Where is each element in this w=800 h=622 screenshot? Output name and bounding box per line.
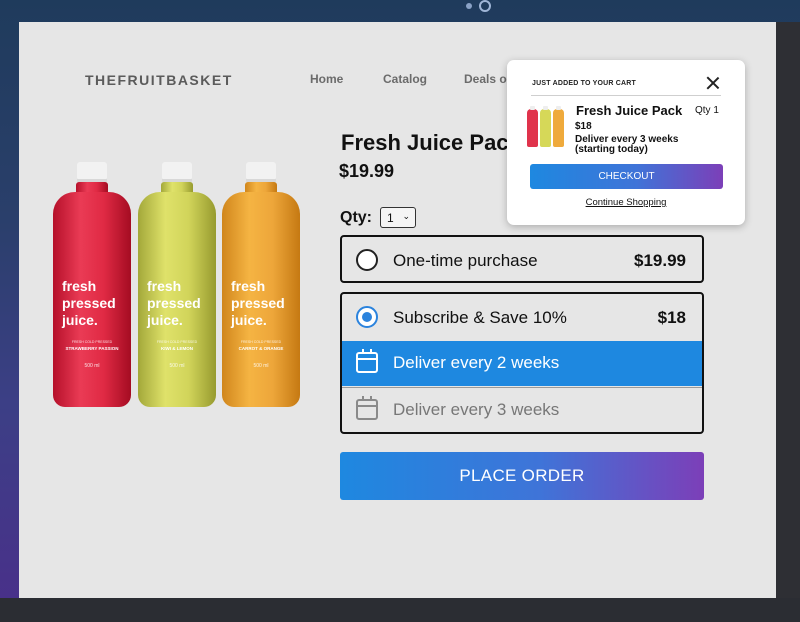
product-price: $19.99 bbox=[339, 161, 395, 181]
one-time-label: One-time purchase bbox=[393, 251, 538, 270]
bottle-carrot: fresh pressed juice. FRESH COLD PRESSED CA… bbox=[221, 162, 301, 407]
bottle-tagline: FRESH COLD PRESSED bbox=[240, 340, 282, 344]
subscribe-price: $18 bbox=[657, 308, 686, 327]
continue-shopping-link[interactable]: Continue Shopping bbox=[507, 197, 745, 208]
subscribe-label: Subscribe & Save 10% bbox=[393, 308, 567, 327]
bottle-cap bbox=[77, 162, 107, 182]
bottle-strawberry: fresh pressed juice. FRESH COLD PRESSED ST… bbox=[52, 162, 132, 407]
bottle-cap bbox=[246, 162, 276, 182]
radio-subscribe[interactable] bbox=[356, 306, 378, 328]
bottle-flavor: CARROT & ORANGE bbox=[238, 346, 284, 351]
calendar-icon bbox=[356, 396, 378, 420]
bottle-flavor: KIWI & LEMON bbox=[161, 346, 193, 351]
product-title: Fresh Juice Pack bbox=[341, 130, 521, 155]
bottle-kiwi: fresh pressed juice. FRESH COLD PRESSED KI… bbox=[137, 162, 217, 407]
chevron-down-icon: ⌄ bbox=[402, 211, 410, 221]
one-time-purchase-option[interactable]: One-time purchase $19.99 bbox=[340, 235, 704, 283]
bottle-flavor: STRAWBERRY PASSION bbox=[65, 346, 119, 351]
nav-home[interactable]: Home bbox=[310, 72, 343, 86]
frequency-3-weeks[interactable]: Deliver every 3 weeks bbox=[342, 387, 702, 432]
cart-item-price: $18 bbox=[575, 121, 592, 132]
window-indicator bbox=[466, 0, 506, 14]
cart-popup-title: JUST ADDED TO YOUR CART bbox=[532, 80, 637, 87]
nav-deals[interactable]: Deals o bbox=[464, 72, 507, 86]
nav-catalog[interactable]: Catalog bbox=[383, 72, 427, 86]
radio-one-time[interactable] bbox=[356, 249, 378, 271]
bottle-volume: 500 ml bbox=[84, 363, 100, 369]
cart-item-qty: Qty 1 bbox=[695, 105, 719, 116]
bottle-label: fresh pressed juice. bbox=[62, 278, 116, 328]
product-image: fresh pressed juice. FRESH COLD PRESSED ST… bbox=[49, 162, 304, 412]
bottle-volume: 500 ml bbox=[169, 363, 185, 369]
cart-popup: JUST ADDED TO YOUR CART Fresh Juice Pack… bbox=[507, 60, 745, 225]
subscribe-option: Subscribe & Save 10% $18 Deliver every 2… bbox=[340, 292, 704, 434]
frequency-label: Deliver every 2 weeks bbox=[393, 353, 560, 372]
checkout-button[interactable]: CHECKOUT bbox=[530, 164, 723, 189]
frequency-label: Deliver every 3 weeks bbox=[393, 400, 560, 419]
frequency-2-weeks[interactable]: Deliver every 2 weeks bbox=[342, 341, 702, 386]
qty-value: 1 bbox=[387, 211, 394, 225]
place-order-button[interactable]: PLACE ORDER bbox=[340, 452, 704, 500]
site-logo[interactable]: THEFRUITBASKET bbox=[85, 72, 233, 88]
calendar-icon bbox=[356, 349, 378, 373]
bottle-tagline: FRESH COLD PRESSED bbox=[156, 340, 198, 344]
bottle-cap bbox=[162, 162, 192, 182]
bottle-tagline: FRESH COLD PRESSED bbox=[71, 340, 113, 344]
bottle-label: fresh pressed juice. bbox=[147, 278, 201, 328]
subscribe-header[interactable]: Subscribe & Save 10% $18 bbox=[342, 294, 702, 342]
cart-item-delivery: Deliver every 3 weeks (starting today) bbox=[575, 134, 679, 155]
divider bbox=[531, 95, 721, 96]
cart-item-name: Fresh Juice Pack bbox=[576, 103, 683, 118]
bottle-label: fresh pressed juice. bbox=[231, 278, 285, 328]
window-edge bbox=[776, 22, 800, 598]
window-footer bbox=[0, 598, 800, 622]
close-icon[interactable] bbox=[706, 76, 720, 90]
indicator-ring bbox=[479, 0, 491, 12]
bottle-volume: 500 ml bbox=[253, 363, 269, 369]
cart-item-thumbnail bbox=[526, 106, 566, 147]
one-time-price: $19.99 bbox=[634, 251, 686, 270]
qty-label: Qty: bbox=[340, 209, 372, 226]
indicator-dot bbox=[466, 3, 472, 9]
qty-select[interactable]: 1 ⌄ bbox=[380, 207, 416, 228]
